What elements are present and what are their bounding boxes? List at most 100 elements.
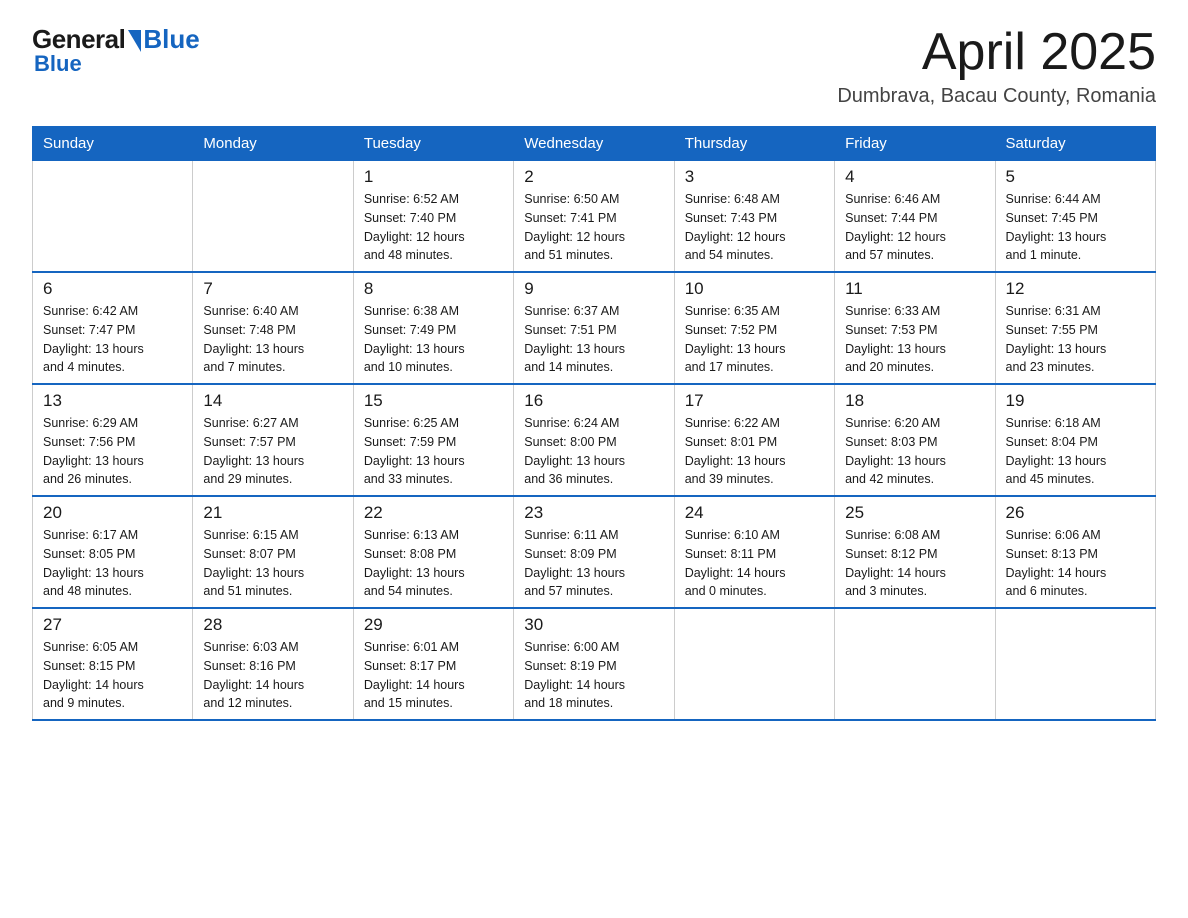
calendar-cell: 22Sunrise: 6:13 AM Sunset: 8:08 PM Dayli… bbox=[353, 496, 513, 608]
calendar-cell: 21 Sunrise: 6:15 AM Sunset: 8:07 PM Dayli… bbox=[193, 496, 353, 608]
calendar-cell: 23 Sunrise: 6:11 AM Sunset: 8:09 PM Dayli… bbox=[514, 496, 674, 608]
day-info: Sunrise: 6:10 AM Sunset: 8:11 PM Dayligh… bbox=[685, 526, 824, 601]
calendar-cell: 9 Sunrise: 6:37 AM Sunset: 7:51 PM Daylig… bbox=[514, 272, 674, 384]
col-header-sunday: Sunday bbox=[33, 127, 193, 161]
day-info: Sunrise: 6:22 AM Sunset: 8:01 PM Dayligh… bbox=[685, 414, 824, 489]
day-info: Sunrise: 6:37 AM Sunset: 7:51 PM Dayligh… bbox=[524, 302, 663, 377]
day-number: 2 bbox=[524, 167, 663, 187]
calendar-cell: 17 Sunrise: 6:22 AM Sunset: 8:01 PM Dayli… bbox=[674, 384, 834, 496]
day-number: 27 bbox=[43, 615, 182, 635]
day-number: 14 bbox=[203, 391, 342, 411]
day-info: Sunrise: 6:42 AM Sunset: 7:47 PM Dayligh… bbox=[43, 302, 182, 377]
logo-bottom-text: Blue bbox=[34, 51, 82, 77]
day-info: Sunrise: 6:25 AM Sunset: 7:59 PM Dayligh… bbox=[364, 414, 503, 489]
day-number: 25 bbox=[845, 503, 984, 523]
calendar-cell: 6 Sunrise: 6:42 AM Sunset: 7:47 PM Daylig… bbox=[33, 272, 193, 384]
day-number: 12 bbox=[1006, 279, 1145, 299]
week-row-3: 13 Sunrise: 6:29 AM Sunset: 7:56 PM Dayli… bbox=[33, 384, 1156, 496]
day-number: 1 bbox=[364, 167, 503, 187]
day-number: 17 bbox=[685, 391, 824, 411]
day-info: Sunrise: 6:00 AM Sunset: 8:19 PM Dayligh… bbox=[524, 638, 663, 713]
day-number: 28 bbox=[203, 615, 342, 635]
day-info: Sunrise: 6:33 AM Sunset: 7:53 PM Dayligh… bbox=[845, 302, 984, 377]
calendar-cell: 28 Sunrise: 6:03 AM Sunset: 8:16 PM Dayli… bbox=[193, 608, 353, 720]
col-header-tuesday: Tuesday bbox=[353, 127, 513, 161]
day-info: Sunrise: 6:05 AM Sunset: 8:15 PM Dayligh… bbox=[43, 638, 182, 713]
title-block: April 2025 Dumbrava, Bacau County, Roman… bbox=[837, 24, 1156, 108]
day-number: 10 bbox=[685, 279, 824, 299]
calendar-cell: 26 Sunrise: 6:06 AM Sunset: 8:13 PM Dayli… bbox=[995, 496, 1155, 608]
week-row-2: 6 Sunrise: 6:42 AM Sunset: 7:47 PM Daylig… bbox=[33, 272, 1156, 384]
day-number: 3 bbox=[685, 167, 824, 187]
col-header-thursday: Thursday bbox=[674, 127, 834, 161]
day-info: Sunrise: 6:44 AM Sunset: 7:45 PM Dayligh… bbox=[1006, 190, 1145, 265]
day-number: 19 bbox=[1006, 391, 1145, 411]
day-number: 4 bbox=[845, 167, 984, 187]
calendar-cell: 25 Sunrise: 6:08 AM Sunset: 8:12 PM Dayli… bbox=[835, 496, 995, 608]
day-info: Sunrise: 6:31 AM Sunset: 7:55 PM Dayligh… bbox=[1006, 302, 1145, 377]
day-number: 15 bbox=[364, 391, 503, 411]
day-number: 16 bbox=[524, 391, 663, 411]
day-info: Sunrise: 6:08 AM Sunset: 8:12 PM Dayligh… bbox=[845, 526, 984, 601]
calendar-cell bbox=[674, 608, 834, 720]
day-info: Sunrise: 6:27 AM Sunset: 7:57 PM Dayligh… bbox=[203, 414, 342, 489]
day-number: 9 bbox=[524, 279, 663, 299]
day-number: 8 bbox=[364, 279, 503, 299]
day-number: 20 bbox=[43, 503, 182, 523]
day-info: Sunrise: 6:29 AM Sunset: 7:56 PM Dayligh… bbox=[43, 414, 182, 489]
day-number: 30 bbox=[524, 615, 663, 635]
day-info: Sunrise: 6:11 AM Sunset: 8:09 PM Dayligh… bbox=[524, 526, 663, 601]
week-row-4: 20Sunrise: 6:17 AM Sunset: 8:05 PM Dayli… bbox=[33, 496, 1156, 608]
location: Dumbrava, Bacau County, Romania bbox=[837, 85, 1156, 108]
day-number: 5 bbox=[1006, 167, 1145, 187]
calendar-table: SundayMondayTuesdayWednesdayThursdayFrid… bbox=[32, 126, 1156, 721]
calendar-cell: 14 Sunrise: 6:27 AM Sunset: 7:57 PM Dayli… bbox=[193, 384, 353, 496]
day-info: Sunrise: 6:35 AM Sunset: 7:52 PM Dayligh… bbox=[685, 302, 824, 377]
calendar-cell bbox=[33, 161, 193, 273]
calendar-header-row: SundayMondayTuesdayWednesdayThursdayFrid… bbox=[33, 127, 1156, 161]
calendar-cell: 13 Sunrise: 6:29 AM Sunset: 7:56 PM Dayli… bbox=[33, 384, 193, 496]
day-info: Sunrise: 6:38 AM Sunset: 7:49 PM Dayligh… bbox=[364, 302, 503, 377]
calendar-cell bbox=[995, 608, 1155, 720]
day-info: Sunrise: 6:40 AM Sunset: 7:48 PM Dayligh… bbox=[203, 302, 342, 377]
calendar-cell: 8 Sunrise: 6:38 AM Sunset: 7:49 PM Daylig… bbox=[353, 272, 513, 384]
week-row-5: 27 Sunrise: 6:05 AM Sunset: 8:15 PM Dayli… bbox=[33, 608, 1156, 720]
day-info: Sunrise: 6:50 AM Sunset: 7:41 PM Dayligh… bbox=[524, 190, 663, 265]
day-info: Sunrise: 6:48 AM Sunset: 7:43 PM Dayligh… bbox=[685, 190, 824, 265]
page-header: General Blue Blue April 2025 Dumbrava, B… bbox=[32, 24, 1156, 108]
day-number: 23 bbox=[524, 503, 663, 523]
day-info: Sunrise: 6:52 AM Sunset: 7:40 PM Dayligh… bbox=[364, 190, 503, 265]
day-info: Sunrise: 6:46 AM Sunset: 7:44 PM Dayligh… bbox=[845, 190, 984, 265]
col-header-monday: Monday bbox=[193, 127, 353, 161]
calendar-cell: 19 Sunrise: 6:18 AM Sunset: 8:04 PM Dayli… bbox=[995, 384, 1155, 496]
calendar-cell: 2 Sunrise: 6:50 AM Sunset: 7:41 PM Daylig… bbox=[514, 161, 674, 273]
day-info: Sunrise: 6:20 AM Sunset: 8:03 PM Dayligh… bbox=[845, 414, 984, 489]
calendar-cell: 7 Sunrise: 6:40 AM Sunset: 7:48 PM Daylig… bbox=[193, 272, 353, 384]
day-number: 18 bbox=[845, 391, 984, 411]
calendar-cell: 10 Sunrise: 6:35 AM Sunset: 7:52 PM Dayli… bbox=[674, 272, 834, 384]
logo-triangle-icon bbox=[128, 30, 141, 52]
calendar-cell: 29Sunrise: 6:01 AM Sunset: 8:17 PM Dayli… bbox=[353, 608, 513, 720]
col-header-wednesday: Wednesday bbox=[514, 127, 674, 161]
calendar-cell: 20Sunrise: 6:17 AM Sunset: 8:05 PM Dayli… bbox=[33, 496, 193, 608]
day-number: 13 bbox=[43, 391, 182, 411]
day-info: Sunrise: 6:18 AM Sunset: 8:04 PM Dayligh… bbox=[1006, 414, 1145, 489]
day-number: 6 bbox=[43, 279, 182, 299]
day-number: 7 bbox=[203, 279, 342, 299]
day-info: Sunrise: 6:15 AM Sunset: 8:07 PM Dayligh… bbox=[203, 526, 342, 601]
month-title: April 2025 bbox=[837, 24, 1156, 81]
day-number: 26 bbox=[1006, 503, 1145, 523]
day-info: Sunrise: 6:06 AM Sunset: 8:13 PM Dayligh… bbox=[1006, 526, 1145, 601]
calendar-cell: 3 Sunrise: 6:48 AM Sunset: 7:43 PM Daylig… bbox=[674, 161, 834, 273]
calendar-cell: 18 Sunrise: 6:20 AM Sunset: 8:03 PM Dayli… bbox=[835, 384, 995, 496]
day-number: 21 bbox=[203, 503, 342, 523]
day-info: Sunrise: 6:24 AM Sunset: 8:00 PM Dayligh… bbox=[524, 414, 663, 489]
col-header-friday: Friday bbox=[835, 127, 995, 161]
logo-blue-text: Blue bbox=[143, 24, 199, 55]
calendar-cell: 24Sunrise: 6:10 AM Sunset: 8:11 PM Dayli… bbox=[674, 496, 834, 608]
col-header-saturday: Saturday bbox=[995, 127, 1155, 161]
calendar-cell: 16 Sunrise: 6:24 AM Sunset: 8:00 PM Dayli… bbox=[514, 384, 674, 496]
day-info: Sunrise: 6:03 AM Sunset: 8:16 PM Dayligh… bbox=[203, 638, 342, 713]
day-number: 22 bbox=[364, 503, 503, 523]
calendar-cell bbox=[193, 161, 353, 273]
